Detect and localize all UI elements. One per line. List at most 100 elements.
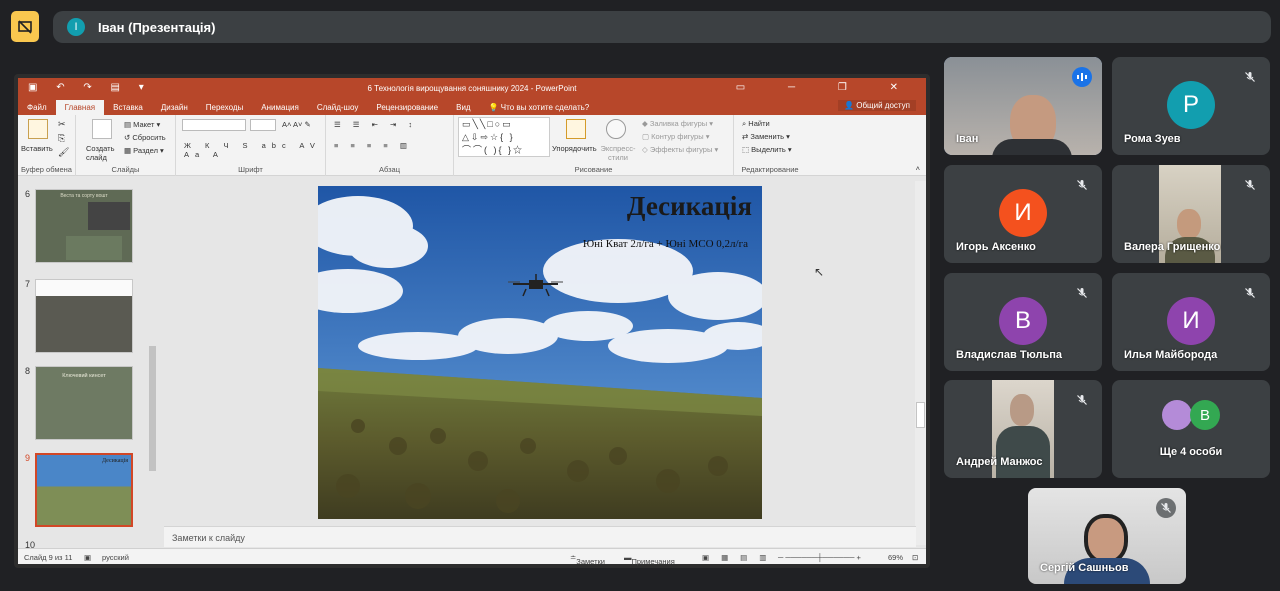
presenter-bar[interactable]: I Іван (Презентація) [53, 11, 1271, 43]
participant-face [1177, 209, 1201, 239]
ppt-titlebar: ▣ ↶ ↷ ▤ ▾ 6 Технологія вирощування соняш… [18, 78, 926, 99]
drawing-group: ▭╲╲□○▭ △⇩⇨☆{ } ⌒⌒( ){ }☆ Упорядочить Экспр… [454, 115, 734, 176]
new-slide-icon[interactable] [92, 119, 112, 139]
tab-animations[interactable]: Анимация [252, 100, 308, 115]
replace-label: Заменить [750, 132, 785, 141]
slide-photo [318, 186, 762, 519]
mic-off-icon [1072, 175, 1092, 195]
font-name-box[interactable] [182, 119, 246, 131]
format-painter-icon[interactable]: 🖌 [58, 147, 69, 158]
tab-transitions[interactable]: Переходы [197, 100, 253, 115]
paragraph-label: Абзац [378, 165, 401, 174]
section-button[interactable]: ▦ Раздел ▾ [124, 146, 164, 155]
paste-button[interactable]: Вставить [21, 144, 53, 153]
thumbnail-scrollbar[interactable] [148, 181, 157, 545]
find-button[interactable]: ⌕ Найти [742, 119, 770, 129]
person-icon: 👤 [844, 101, 855, 110]
font-size-box[interactable] [250, 119, 276, 131]
shape-fill-button[interactable]: ◆ Заливка фигуры ▾ [642, 119, 713, 128]
arrange-button[interactable]: Упорядочить [552, 144, 597, 153]
list-buttons[interactable]: ☰ ☰ ⇤ ⇥ ↕ [334, 120, 417, 129]
meeting-top-bar: I Іван (Презентація) [0, 0, 1280, 56]
tab-view[interactable]: Вид [447, 100, 479, 115]
participant-tile[interactable]: Р Рома Зуев [1112, 57, 1270, 155]
quick-styles-icon[interactable] [606, 119, 626, 139]
participant-tile[interactable]: Андрей Манжос [944, 380, 1102, 478]
editing-group: ⌕ Найти ⇄ Заменить ▾ ⬚ Выделить ▾ Редакт… [734, 115, 806, 176]
participant-tile[interactable]: Іван [944, 57, 1102, 155]
tab-design[interactable]: Дизайн [152, 100, 197, 115]
participant-tile[interactable]: Валера Грищенко [1112, 165, 1270, 263]
thumb-image [66, 236, 122, 260]
share-label: Общий доступ [856, 101, 910, 110]
thumb-number: 8 [25, 366, 31, 376]
tell-me-box[interactable]: 💡 Что вы хотите сделать? [480, 100, 599, 115]
find-label: Найти [748, 119, 770, 128]
shapes-gallery[interactable]: ▭╲╲□○▭ △⇩⇨☆{ } ⌒⌒( ){ }☆ [458, 117, 550, 157]
participant-tile[interactable]: И Игорь Аксенко [944, 165, 1102, 263]
quick-styles-button[interactable]: Экспресс-стили [599, 144, 637, 162]
scrollbar-thumb[interactable] [916, 402, 925, 428]
thumb-number: 7 [25, 279, 31, 289]
slide-thumbnail-7[interactable] [35, 279, 133, 353]
ribbon: Вставить ✂ ⎘ 🖌 Буфер обмена Создать слай… [18, 115, 926, 176]
share-button[interactable]: 👤 Общий доступ [838, 100, 916, 111]
zoom-slider[interactable]: ─ ──────┼────── + [778, 553, 861, 562]
participant-tile[interactable]: В Владислав Тюльпа [944, 273, 1102, 371]
tab-review[interactable]: Рецензирование [367, 100, 447, 115]
status-bar: Слайд 9 из 11 ▣ русский ≐ Заметки ▬ Прим… [18, 548, 926, 566]
spellcheck-icon[interactable]: ▣ [84, 553, 91, 562]
speaking-indicator-icon [1072, 67, 1092, 87]
participant-tile[interactable]: И Илья Майборода [1112, 273, 1270, 371]
section-label: Раздел [133, 146, 158, 155]
shape-fill-label: Заливка фигуры [649, 119, 708, 128]
scrollbar-thumb[interactable] [149, 346, 156, 471]
notes-pane[interactable]: Заметки к слайду [164, 526, 916, 547]
select-button[interactable]: ⬚ Выделить ▾ [742, 145, 792, 154]
current-slide[interactable]: Десикація Юні Кват 2л/га + Юні МСО 0,2л/… [318, 186, 762, 519]
collapse-ribbon-icon[interactable]: ˄ [916, 164, 920, 173]
layout-button[interactable]: ▤ Макет ▾ [124, 120, 160, 129]
slide-subtitle: Юні Кват 2л/га + Юні МСО 0,2л/га [582, 238, 748, 250]
view-buttons[interactable]: ▣▦▤▥ [702, 553, 778, 562]
copy-icon[interactable]: ⎘ [58, 133, 65, 144]
reset-button[interactable]: ↺ Сбросить [124, 133, 166, 142]
tab-file[interactable]: Файл [18, 100, 56, 115]
shape-outline-button[interactable]: ▢ Контур фигуры ▾ [642, 132, 709, 141]
language-indicator[interactable]: русский [102, 553, 129, 562]
replace-button[interactable]: ⇄ Заменить ▾ [742, 132, 790, 141]
tab-insert[interactable]: Вставка [104, 100, 152, 115]
thumb-image [88, 202, 130, 230]
tab-home[interactable]: Главная [55, 100, 105, 115]
font-format-buttons[interactable]: Ж К Ч S abc AV Aa A [184, 141, 325, 159]
slide-thumbnail-8[interactable]: Ключевий кинсет [35, 366, 133, 440]
shape-effects-button[interactable]: ◇ Эффекты фигуры ▾ [642, 145, 718, 154]
avatar: Р [1167, 81, 1215, 129]
slide-thumbnail-9[interactable]: Десикація [35, 453, 133, 527]
zoom-level[interactable]: 69% [888, 553, 903, 562]
shape-effects-label: Эффекты фигуры [649, 145, 713, 154]
mic-off-icon [1156, 498, 1176, 518]
more-participants-tile[interactable]: В Ще 4 особи [1112, 380, 1270, 478]
window-controls[interactable]: ▭ ─ ❐ ✕ [736, 82, 918, 93]
participant-face [1084, 514, 1128, 564]
slide-thumbnail-6[interactable]: Веста та сорту вошт [35, 189, 133, 263]
self-view-tile[interactable]: Сергій Сашньов [1028, 488, 1186, 584]
thumb-number: 9 [25, 453, 31, 463]
mic-off-icon [1072, 390, 1092, 410]
align-buttons[interactable]: ≡ ≡ ≡ ≡ ▥ [334, 141, 412, 150]
participant-name: Игорь Аксенко [956, 241, 1036, 253]
comments-toggle[interactable]: ▬ Примечания [624, 553, 675, 566]
tab-slideshow[interactable]: Слайд-шоу [308, 100, 367, 115]
participant-name: Илья Майборода [1124, 349, 1218, 361]
fit-slide-icon[interactable]: ⊡ [912, 553, 918, 562]
notes-toggle[interactable]: ≐ Заметки [570, 553, 605, 566]
cut-icon[interactable]: ✂ [58, 119, 66, 130]
presentation-icon[interactable] [11, 11, 39, 42]
participant-name: Сергій Сашньов [1040, 562, 1129, 574]
font-size-buttons[interactable]: A˄ A˅ ✎ [282, 120, 311, 129]
slide-scrollbar[interactable] [915, 181, 926, 545]
arrange-icon[interactable] [566, 119, 586, 139]
paste-icon[interactable] [28, 119, 48, 139]
new-slide-button[interactable]: Создать слайд [86, 144, 118, 162]
